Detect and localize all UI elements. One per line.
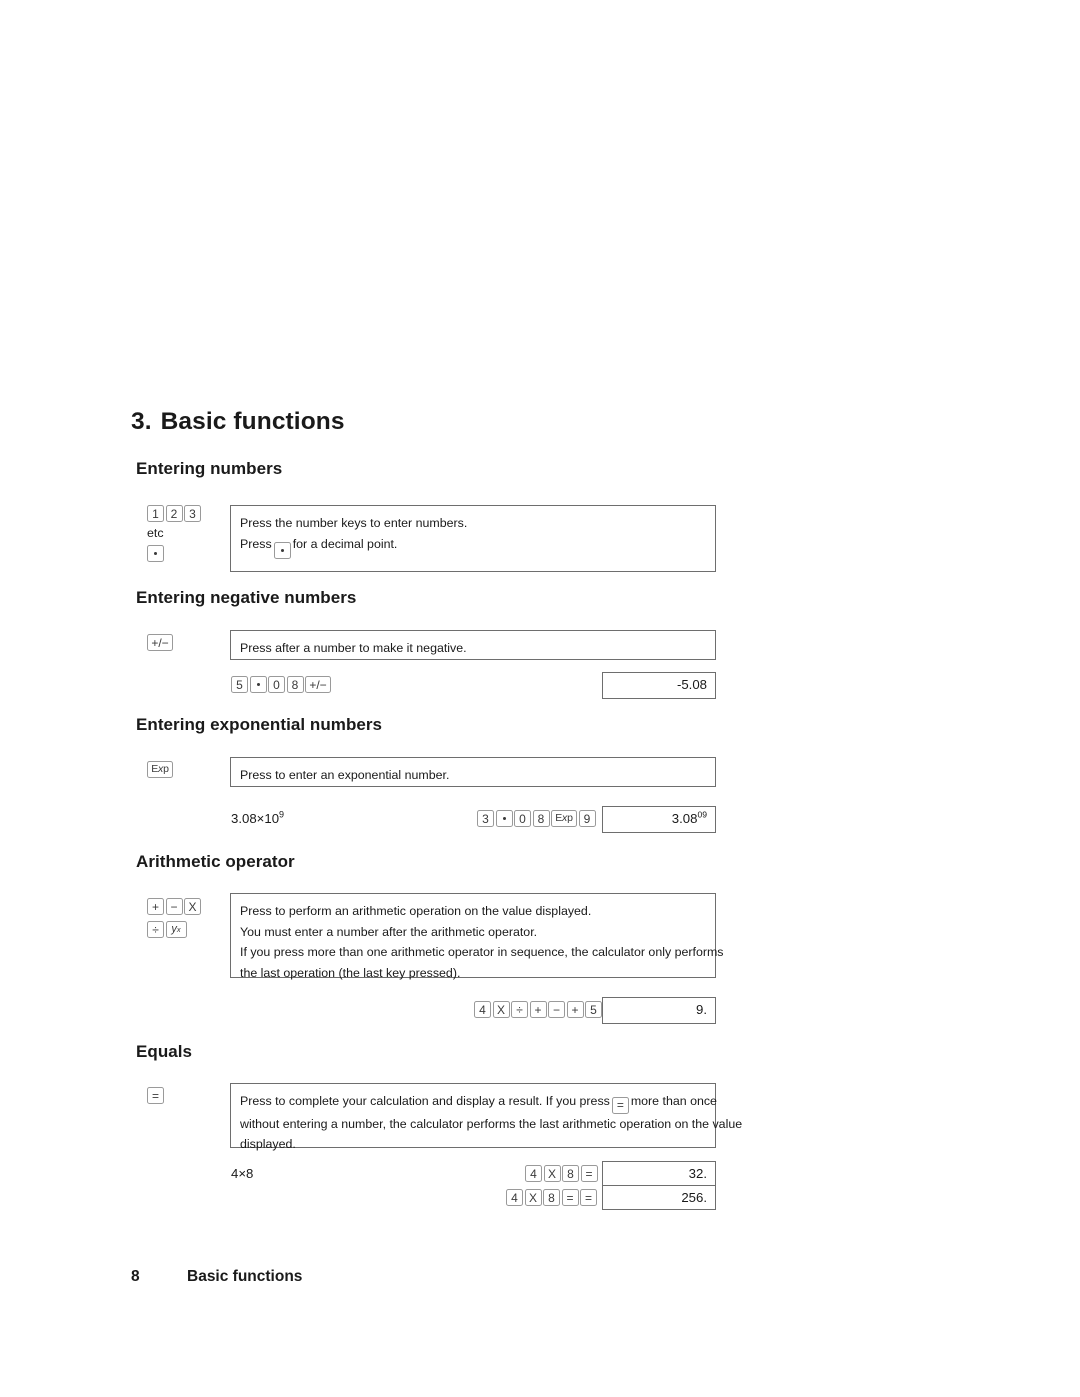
example-keys-equals-row-2: 4 X 8 = = [506, 1189, 597, 1206]
example-keys-arithmetic: 4 X ÷ + − + 5 [474, 1001, 602, 1018]
example-keys-equals-row-1: 4 X 8 = [525, 1165, 598, 1182]
desc-line-2: Press for a decimal point. [240, 534, 715, 559]
example-keys-negative: 5 0 8 +/− [231, 676, 331, 693]
expression-exponent: 9 [279, 809, 285, 820]
number-keys-row: 1 2 3 [147, 505, 201, 522]
desc-box-entering-negative-numbers: Press after a number to make it negative… [230, 630, 716, 660]
chapter-number: 3. [131, 408, 152, 435]
key-multiply: X [543, 1165, 561, 1182]
key-multiply: X [184, 898, 201, 915]
key-9: 9 [578, 810, 596, 827]
key-equals: = [561, 1189, 579, 1206]
footer-title: Basic functions [187, 1268, 303, 1285]
expression-base: 3.08×10 [231, 811, 280, 826]
key-3: 3 [477, 810, 494, 827]
key-8: 8 [286, 676, 304, 693]
result-mantissa: 3.08 [671, 811, 698, 826]
key-minus: − [548, 1001, 565, 1018]
desc-line-1: Press to perform an arithmetic operation… [240, 904, 592, 918]
display-box-negative-result: -5.08 [602, 672, 716, 699]
decimal-key-row [147, 545, 164, 562]
key-cluster-entering-numbers: 1 2 3 etc [147, 505, 201, 562]
desc-line-1: Press after a number to make it negative… [240, 641, 467, 655]
desc-line-1-part2: more than once [630, 1094, 717, 1108]
display-box-equals-result-1: 32. [602, 1161, 716, 1186]
key-0: 0 [268, 676, 285, 693]
desc-line-2-after: for a decimal point. [292, 536, 398, 551]
key-8: 8 [562, 1165, 579, 1182]
desc-box-entering-numbers: Press the number keys to enter numbers. … [230, 505, 716, 572]
desc-box-equals: Press to complete your calculation and d… [230, 1083, 743, 1151]
desc-line-1-part1: Press to complete your calculation and d… [240, 1094, 610, 1108]
heading-equals: Equals [136, 1042, 193, 1061]
key-multiply: X [524, 1189, 542, 1206]
key-decimal-point-inline-icon [273, 541, 291, 559]
key-plus: + [147, 898, 164, 915]
key-0: 0 [514, 810, 531, 827]
key-4: 4 [525, 1165, 542, 1182]
page-title: 3. Basic functions [131, 408, 345, 436]
key-4: 4 [506, 1189, 523, 1206]
key-plus-minus: +/− [147, 634, 173, 651]
key-4: 4 [474, 1001, 491, 1018]
footer-page-number: 8 [131, 1268, 140, 1285]
key-1: 1 [147, 505, 164, 522]
key-plus-minus: +/− [305, 676, 331, 693]
display-box-equals-result-2: 256. [602, 1185, 716, 1210]
desc-box-arithmetic-operator: Press to perform an arithmetic operation… [230, 893, 724, 980]
desc-line-4: the last operation (the last key pressed… [240, 965, 461, 980]
key-equals: = [147, 1087, 164, 1104]
page-footer: 8 Basic functions [131, 1268, 302, 1286]
document-page: 3. Basic functions Entering numbers 1 2 3… [0, 0, 1080, 1397]
key-decimal-point-icon [495, 810, 513, 827]
chapter-title-text: Basic functions [160, 408, 345, 435]
key-equals: = [580, 1189, 597, 1206]
display-box-arithmetic-result: 9. [602, 997, 716, 1024]
key-decimal-point-icon [147, 545, 164, 562]
heading-arithmetic-operator: Arithmetic operator [136, 852, 295, 871]
desc-box-entering-exponential-numbers: Press to enter an exponential number. [230, 757, 716, 787]
key-decimal-point-icon [249, 676, 267, 693]
key-cluster-arithmetic: + − X ÷ yx [147, 898, 201, 938]
key-plus: + [566, 1001, 584, 1018]
key-multiply: X [492, 1001, 510, 1018]
desc-line-2: without entering a number, the calculato… [240, 1116, 743, 1131]
etc-label: etc [147, 526, 164, 540]
desc-line-1: Press the number keys to enter numbers. [240, 516, 468, 530]
heading-entering-exponential-numbers: Entering exponential numbers [136, 715, 383, 734]
heading-entering-negative-numbers: Entering negative numbers [136, 588, 357, 607]
key-cluster-equals: = [147, 1087, 164, 1104]
key-power: yx [165, 921, 187, 938]
key-exp: Exp [551, 810, 577, 827]
desc-line-3: If you press more than one arithmetic op… [240, 945, 724, 959]
key-plus: + [529, 1001, 547, 1018]
desc-line-1: Press to complete your calculation and d… [240, 1091, 717, 1114]
key-divide: ÷ [511, 1001, 528, 1018]
key-exp: Exp [147, 761, 173, 778]
key-cluster-negative: +/− [147, 634, 173, 651]
key-2: 2 [165, 505, 183, 522]
example-keys-exponential: 3 0 8 Exp 9 [477, 810, 596, 827]
key-8: 8 [543, 1189, 560, 1206]
arithmetic-keys-row-1: + − X [147, 898, 201, 915]
desc-line-3: displayed. [240, 1137, 296, 1151]
desc-line-2-before: Press [240, 536, 272, 551]
key-8: 8 [532, 810, 550, 827]
desc-line-2: You must enter a number after the arithm… [240, 924, 538, 939]
key-equals-inline: = [611, 1096, 629, 1114]
key-minus: − [165, 898, 183, 915]
key-divide: ÷ [147, 921, 164, 938]
example-expression-exponential: 3.08×109 [231, 809, 285, 826]
desc-line-1: Press to enter an exponential number. [240, 768, 450, 782]
key-cluster-exponential: Exp [147, 761, 173, 778]
key-5: 5 [585, 1001, 602, 1018]
key-3: 3 [184, 505, 201, 522]
key-5: 5 [231, 676, 248, 693]
heading-entering-numbers: Entering numbers [136, 459, 283, 478]
key-equals: = [580, 1165, 598, 1182]
result-exponent: 09 [697, 809, 707, 820]
display-box-exponential-result: 3.0809 [602, 806, 716, 833]
example-expression-equals: 4×8 [231, 1166, 254, 1181]
arithmetic-keys-row-2: ÷ yx [147, 921, 187, 938]
